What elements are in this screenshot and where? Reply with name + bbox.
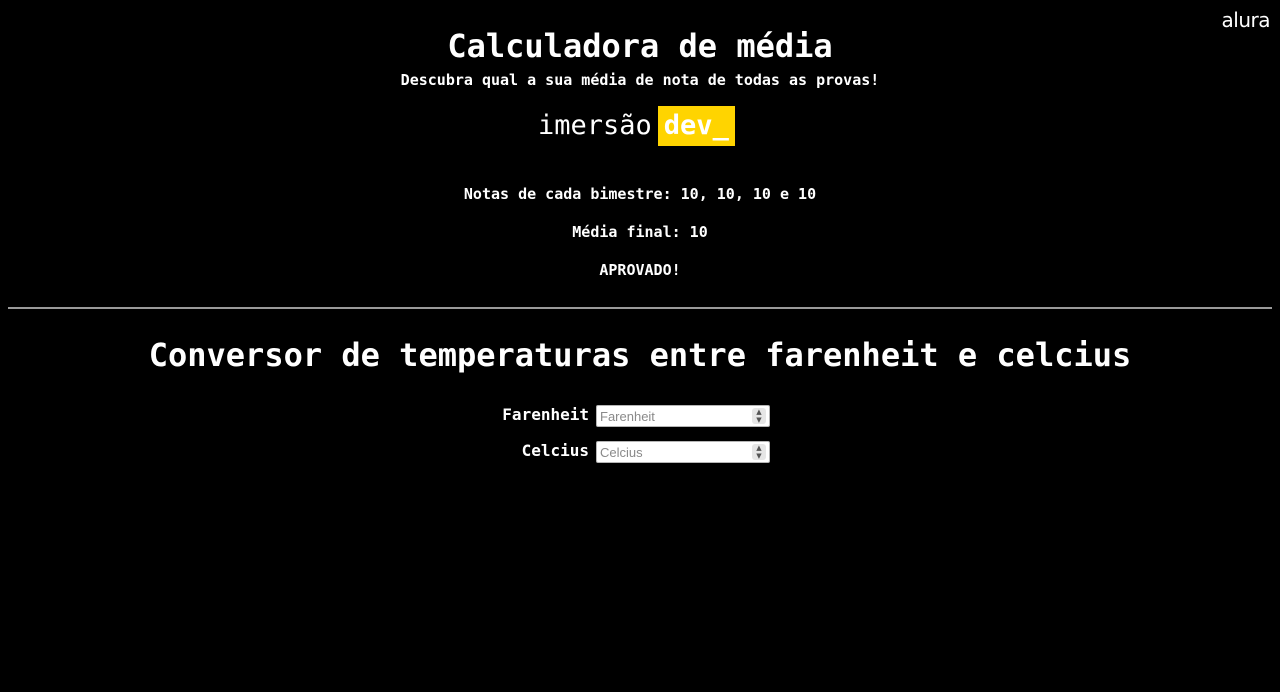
farenheit-number-field[interactable]: ▲ ▼ bbox=[596, 405, 770, 427]
notas-line: Notas de cada bimestre: 10, 10, 10 e 10 bbox=[0, 184, 1280, 204]
media-value: 10 bbox=[689, 223, 708, 241]
celcius-number-field[interactable]: ▲ ▼ bbox=[596, 441, 770, 463]
page-subtitle: Descubra qual a sua média de nota de tod… bbox=[400, 71, 880, 89]
chevron-up-icon[interactable]: ▲ bbox=[752, 408, 766, 416]
imersao-logo-badge: dev_ bbox=[657, 106, 735, 146]
page-title: Calculadora de média bbox=[447, 27, 833, 65]
chevron-down-icon[interactable]: ▼ bbox=[752, 416, 766, 424]
imersao-dev-logo: imersão dev_ bbox=[538, 106, 735, 146]
farenheit-row: Farenheit ▲ ▼ bbox=[0, 405, 1280, 427]
media-line: Média final: 10 bbox=[0, 222, 1280, 242]
celcius-row: Celcius ▲ ▼ bbox=[0, 441, 1280, 463]
media-label: Média final: bbox=[572, 223, 681, 241]
status-text: APROVADO! bbox=[599, 261, 681, 279]
celcius-input[interactable] bbox=[597, 442, 750, 462]
celcius-label: Celcius bbox=[521, 441, 589, 460]
farenheit-label: Farenheit bbox=[502, 405, 589, 424]
notas-label: Notas de cada bimestre: bbox=[463, 185, 672, 203]
chevron-up-icon[interactable]: ▲ bbox=[752, 444, 766, 452]
notas-value: 10, 10, 10 e 10 bbox=[680, 185, 817, 203]
converter-title: Conversor de temperaturas entre farenhei… bbox=[148, 336, 1132, 374]
chevron-down-icon[interactable]: ▼ bbox=[752, 452, 766, 460]
imersao-logo-word: imersão bbox=[538, 110, 652, 141]
farenheit-input[interactable] bbox=[597, 406, 750, 426]
section-divider bbox=[8, 307, 1272, 309]
farenheit-spinner[interactable]: ▲ ▼ bbox=[752, 408, 766, 424]
celcius-spinner[interactable]: ▲ ▼ bbox=[752, 444, 766, 460]
